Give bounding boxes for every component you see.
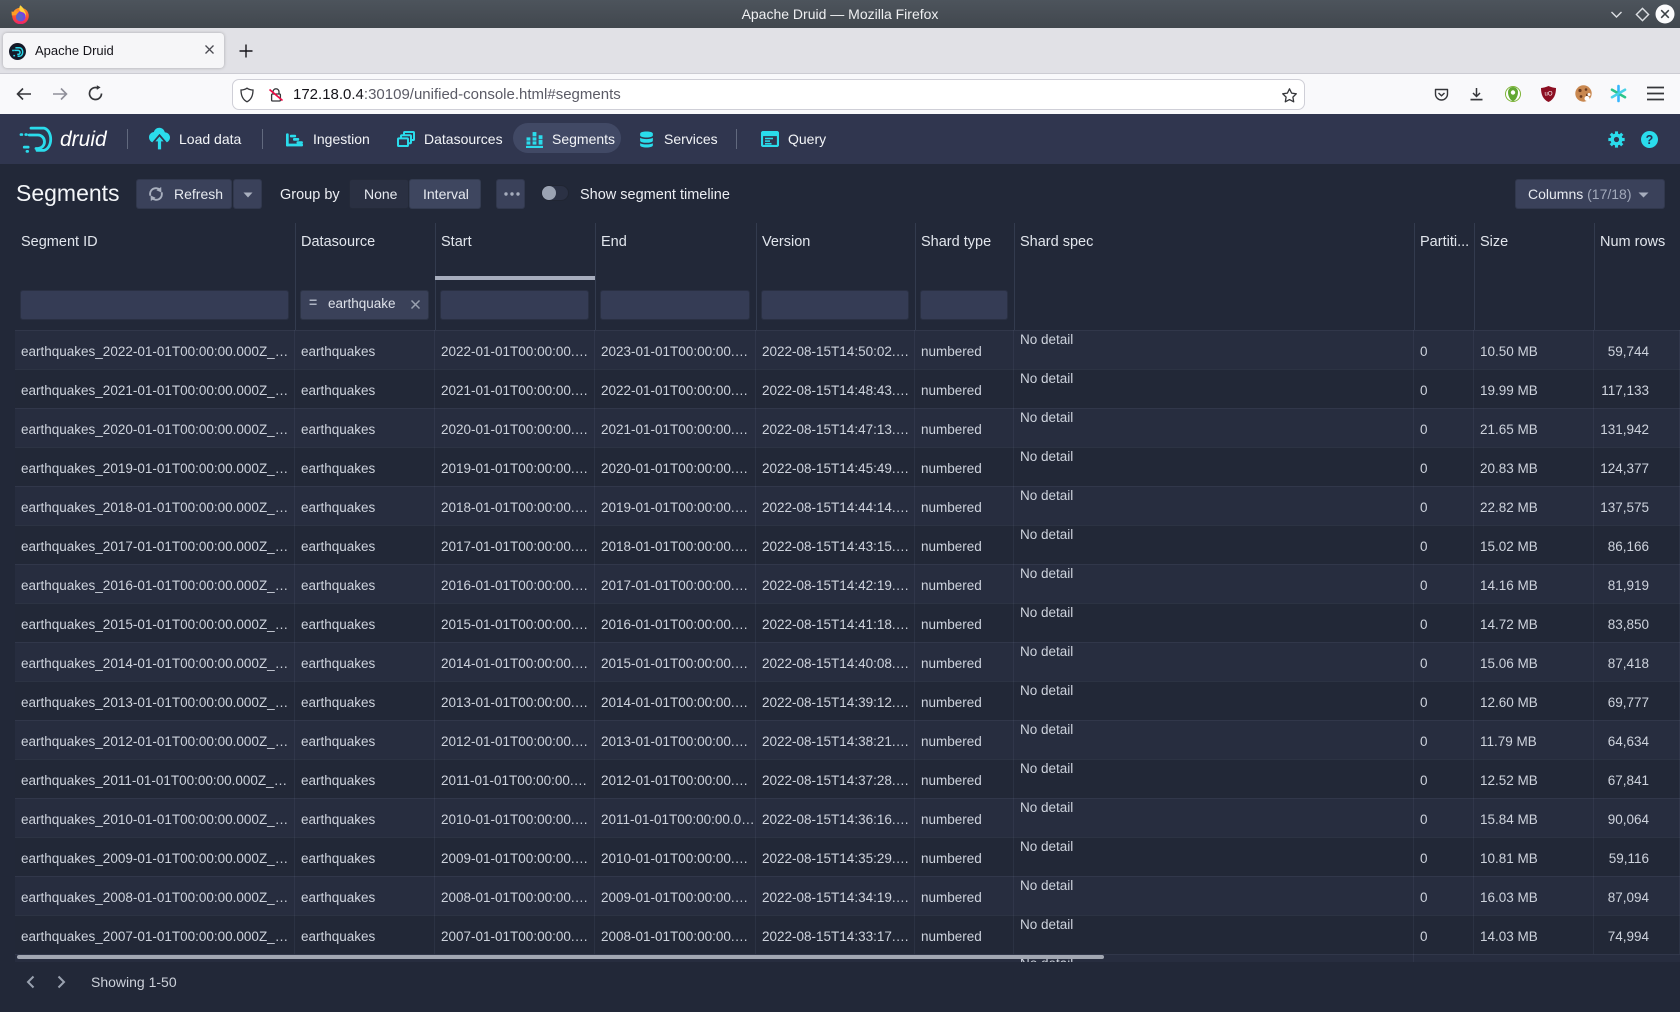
- svg-text:uO: uO: [1544, 92, 1552, 98]
